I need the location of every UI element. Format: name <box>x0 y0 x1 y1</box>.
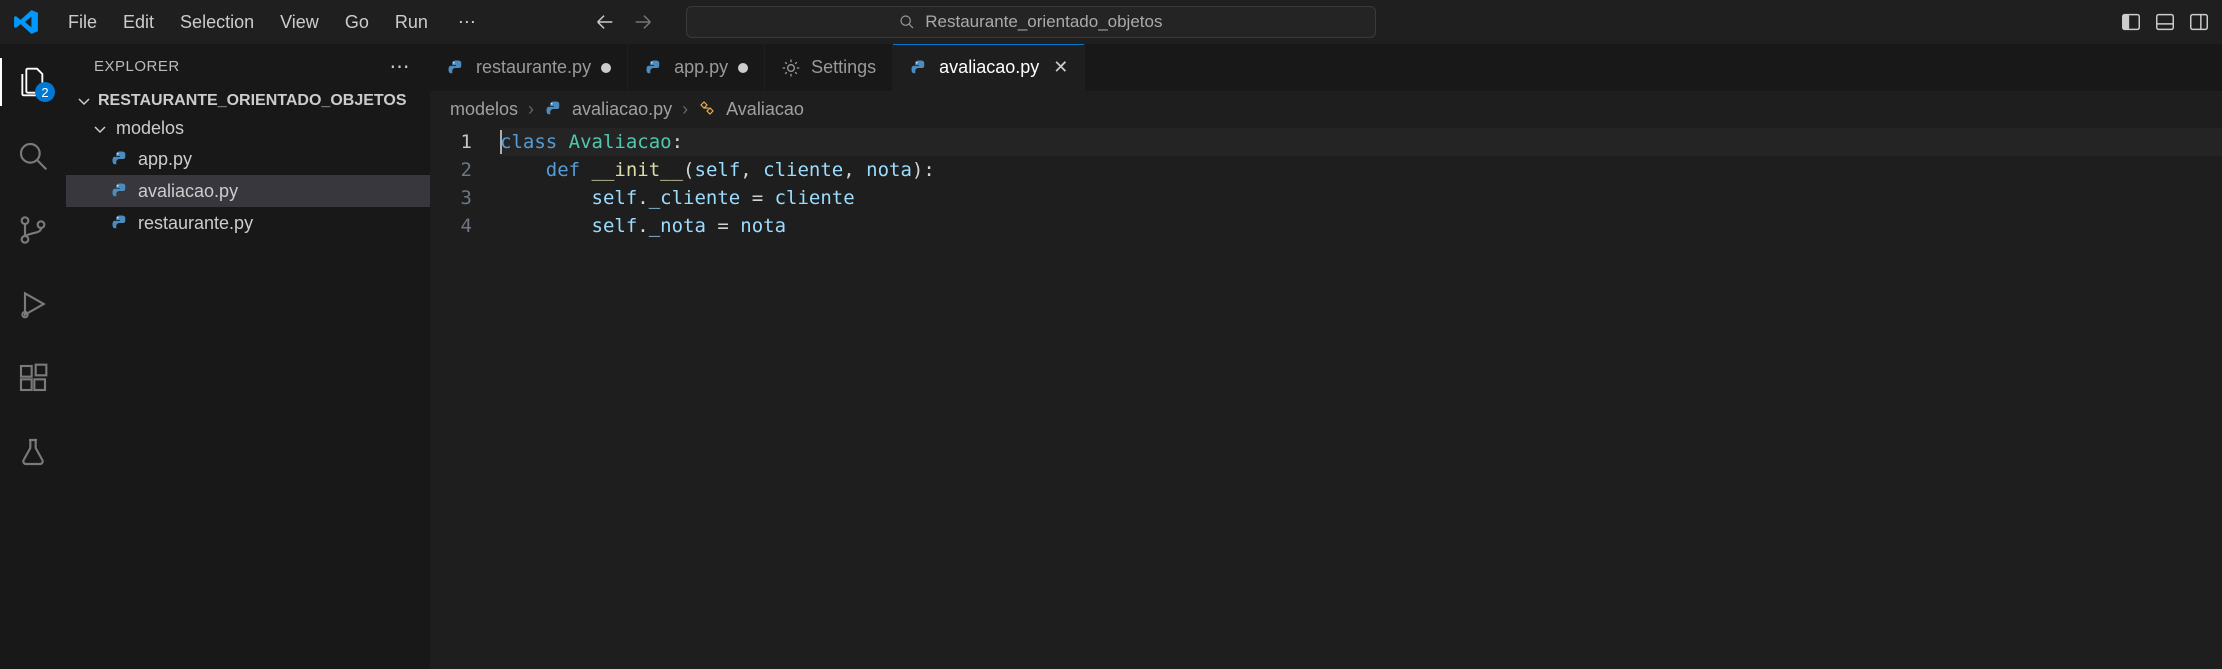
toggle-primary-sidebar-icon[interactable] <box>2120 11 2142 33</box>
layout-controls <box>2120 11 2214 33</box>
tree-file-label: restaurante.py <box>138 213 253 234</box>
extensions-icon <box>17 362 49 394</box>
menu-view[interactable]: View <box>268 8 331 37</box>
modified-dot-icon <box>738 63 748 73</box>
tab-label: Settings <box>811 57 876 78</box>
tab-label: avaliacao.py <box>939 57 1039 78</box>
text-cursor <box>500 130 502 154</box>
git-branch-icon <box>17 214 49 246</box>
nav-back-icon[interactable] <box>594 11 616 33</box>
chevron-down-icon <box>92 121 108 137</box>
command-center[interactable]: Restaurante_orientado_objetos <box>686 6 1376 38</box>
activity-testing[interactable] <box>9 428 57 476</box>
breadcrumb-file[interactable]: avaliacao.py <box>544 99 672 120</box>
chevron-right-icon: › <box>682 99 688 120</box>
tab-avaliacao[interactable]: avaliacao.py ✕ <box>893 44 1085 91</box>
debug-icon <box>17 288 49 320</box>
menu-go[interactable]: Go <box>333 8 381 37</box>
file-tree: RESTAURANTE_ORIENTADO_OBJETOS modelos ap… <box>66 88 430 239</box>
vscode-logo-icon <box>12 8 40 36</box>
explorer-badge: 2 <box>35 82 55 102</box>
tree-folder-modelos[interactable]: modelos <box>66 114 430 143</box>
sidebar-header: EXPLORER ⋯ <box>66 44 430 88</box>
editor-tabs: restaurante.py app.py Settings avaliacao… <box>430 44 2222 92</box>
modified-dot-icon <box>601 63 611 73</box>
explorer-sidebar: EXPLORER ⋯ RESTAURANTE_ORIENTADO_OBJETOS… <box>66 44 430 669</box>
breadcrumb-symbol[interactable]: Avaliacao <box>698 99 804 120</box>
menu-bar: File Edit Selection View Go Run <box>56 8 440 37</box>
command-center-text: Restaurante_orientado_objetos <box>925 12 1162 32</box>
tree-root-label: RESTAURANTE_ORIENTADO_OBJETOS <box>98 92 406 110</box>
tree-file-app[interactable]: app.py <box>66 143 430 175</box>
code-editor[interactable]: 1 2 3 4 class Avaliacao: def __init__(se… <box>430 126 2222 669</box>
python-file-icon <box>110 181 130 201</box>
tree-file-label: avaliacao.py <box>138 181 238 202</box>
activity-explorer[interactable]: 2 <box>9 58 57 106</box>
python-file-icon <box>446 58 466 78</box>
tree-file-label: app.py <box>138 149 192 170</box>
activity-source-control[interactable] <box>9 206 57 254</box>
python-file-icon <box>544 99 564 119</box>
python-file-icon <box>644 58 664 78</box>
breadcrumb-folder[interactable]: modelos <box>450 99 518 120</box>
activity-extensions[interactable] <box>9 354 57 402</box>
python-file-icon <box>110 213 130 233</box>
toggle-secondary-sidebar-icon[interactable] <box>2188 11 2210 33</box>
tab-label: app.py <box>674 57 728 78</box>
tree-root[interactable]: RESTAURANTE_ORIENTADO_OBJETOS <box>66 88 430 114</box>
chevron-right-icon: › <box>528 99 534 120</box>
code-content[interactable]: class Avaliacao: def __init__(self, clie… <box>500 128 2222 669</box>
beaker-icon <box>17 436 49 468</box>
search-icon <box>899 14 915 30</box>
breadcrumb-label: avaliacao.py <box>572 99 672 120</box>
menu-file[interactable]: File <box>56 8 109 37</box>
title-bar: File Edit Selection View Go Run ⋯ Restau… <box>0 0 2222 44</box>
toggle-panel-icon[interactable] <box>2154 11 2176 33</box>
python-file-icon <box>110 149 130 169</box>
activity-search[interactable] <box>9 132 57 180</box>
menu-run[interactable]: Run <box>383 8 440 37</box>
menu-overflow[interactable]: ⋯ <box>448 8 486 37</box>
tree-file-restaurante[interactable]: restaurante.py <box>66 207 430 239</box>
tab-app[interactable]: app.py <box>628 44 765 91</box>
chevron-down-icon <box>76 93 92 109</box>
tab-settings[interactable]: Settings <box>765 44 893 91</box>
gear-icon <box>781 58 801 78</box>
editor-area: restaurante.py app.py Settings avaliacao… <box>430 44 2222 669</box>
menu-selection[interactable]: Selection <box>168 8 266 37</box>
menu-edit[interactable]: Edit <box>111 8 166 37</box>
breadcrumbs: modelos › avaliacao.py › Avaliacao <box>430 92 2222 126</box>
class-symbol-icon <box>698 99 718 119</box>
activity-run-debug[interactable] <box>9 280 57 328</box>
tree-file-avaliacao[interactable]: avaliacao.py <box>66 175 430 207</box>
search-icon <box>17 140 49 172</box>
breadcrumb-label: modelos <box>450 99 518 120</box>
sidebar-title: EXPLORER <box>94 58 180 75</box>
python-file-icon <box>909 58 929 78</box>
breadcrumb-label: Avaliacao <box>726 99 804 120</box>
nav-arrows <box>594 11 654 33</box>
tab-label: restaurante.py <box>476 57 591 78</box>
tree-folder-label: modelos <box>116 118 184 139</box>
sidebar-more-icon[interactable]: ⋯ <box>390 54 411 79</box>
nav-forward-icon[interactable] <box>632 11 654 33</box>
line-numbers: 1 2 3 4 <box>430 128 500 669</box>
tab-restaurante[interactable]: restaurante.py <box>430 44 628 91</box>
close-icon[interactable]: ✕ <box>1053 57 1068 78</box>
activity-bar: 2 <box>0 44 66 669</box>
